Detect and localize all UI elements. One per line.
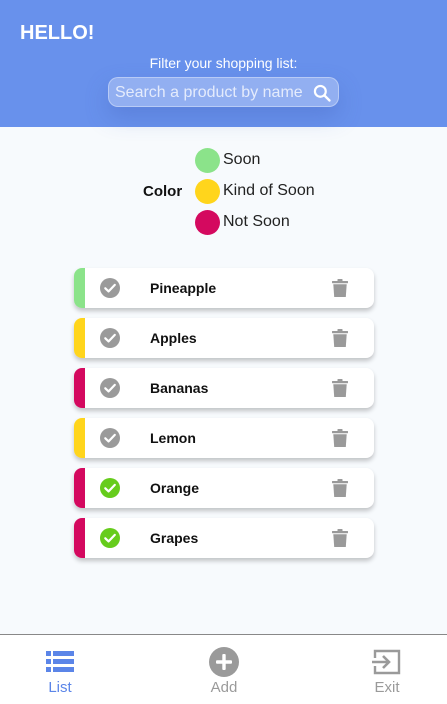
nav-exit-button[interactable]: Exit (347, 635, 427, 704)
item-name: Lemon (150, 430, 196, 446)
nav-list-button[interactable]: List (20, 635, 100, 704)
legend-item-kind-of-soon: Kind of Soon (195, 178, 315, 204)
priority-color-bar (74, 368, 85, 408)
item-name: Apples (150, 330, 197, 346)
list-item[interactable]: Lemon (74, 418, 374, 458)
list-item[interactable]: Grapes (74, 518, 374, 558)
exit-icon (372, 649, 401, 675)
check-circle-icon[interactable] (100, 528, 120, 548)
check-circle-icon[interactable] (100, 328, 120, 348)
legend-dot-soon (195, 147, 220, 173)
legend-label: Not Soon (223, 213, 290, 230)
search-icon[interactable] (312, 83, 332, 103)
legend-item-not-soon: Not Soon (195, 209, 290, 235)
list-icon (46, 651, 74, 672)
plus-circle-icon (209, 647, 239, 677)
search-input[interactable] (115, 82, 311, 103)
list-item[interactable]: Bananas (74, 368, 374, 408)
shopping-list: Pineapple Apples Bananas Lemon Orange Gr… (74, 268, 374, 568)
legend-dot-kind-of-soon (195, 178, 220, 204)
app-header: HELLO! Filter your shopping list: (0, 0, 447, 127)
greeting-title: HELLO! (20, 22, 95, 44)
priority-color-bar (74, 518, 85, 558)
item-name: Bananas (150, 380, 209, 396)
list-item[interactable]: Orange (74, 468, 374, 508)
check-circle-icon[interactable] (100, 278, 120, 298)
item-name: Grapes (150, 530, 199, 546)
trash-icon[interactable] (332, 429, 348, 447)
priority-color-bar (74, 268, 85, 308)
list-item[interactable]: Apples (74, 318, 374, 358)
priority-color-bar (74, 468, 85, 508)
trash-icon[interactable] (332, 329, 348, 347)
legend-title: Color (143, 183, 183, 200)
nav-list-label: List (48, 679, 72, 696)
trash-icon[interactable] (332, 529, 348, 547)
list-item[interactable]: Pineapple (74, 268, 374, 308)
check-circle-icon[interactable] (100, 428, 120, 448)
nav-add-label: Add (210, 679, 238, 696)
legend-label: Soon (223, 151, 261, 168)
nav-add-button[interactable]: Add (184, 635, 264, 704)
bottom-nav: List Add Exit (0, 634, 447, 704)
legend-dot-not-soon (195, 209, 220, 235)
trash-icon[interactable] (332, 279, 348, 297)
item-name: Pineapple (150, 280, 217, 296)
filter-label: Filter your shopping list: (149, 55, 298, 71)
priority-color-bar (74, 318, 85, 358)
trash-icon[interactable] (332, 379, 348, 397)
legend-label: Kind of Soon (223, 182, 315, 199)
trash-icon[interactable] (332, 479, 348, 497)
search-box[interactable] (108, 77, 339, 107)
item-name: Orange (150, 480, 200, 496)
priority-color-bar (74, 418, 85, 458)
nav-exit-label: Exit (374, 679, 400, 696)
legend-item-soon: Soon (195, 147, 260, 173)
check-circle-icon[interactable] (100, 378, 120, 398)
check-circle-icon[interactable] (100, 478, 120, 498)
